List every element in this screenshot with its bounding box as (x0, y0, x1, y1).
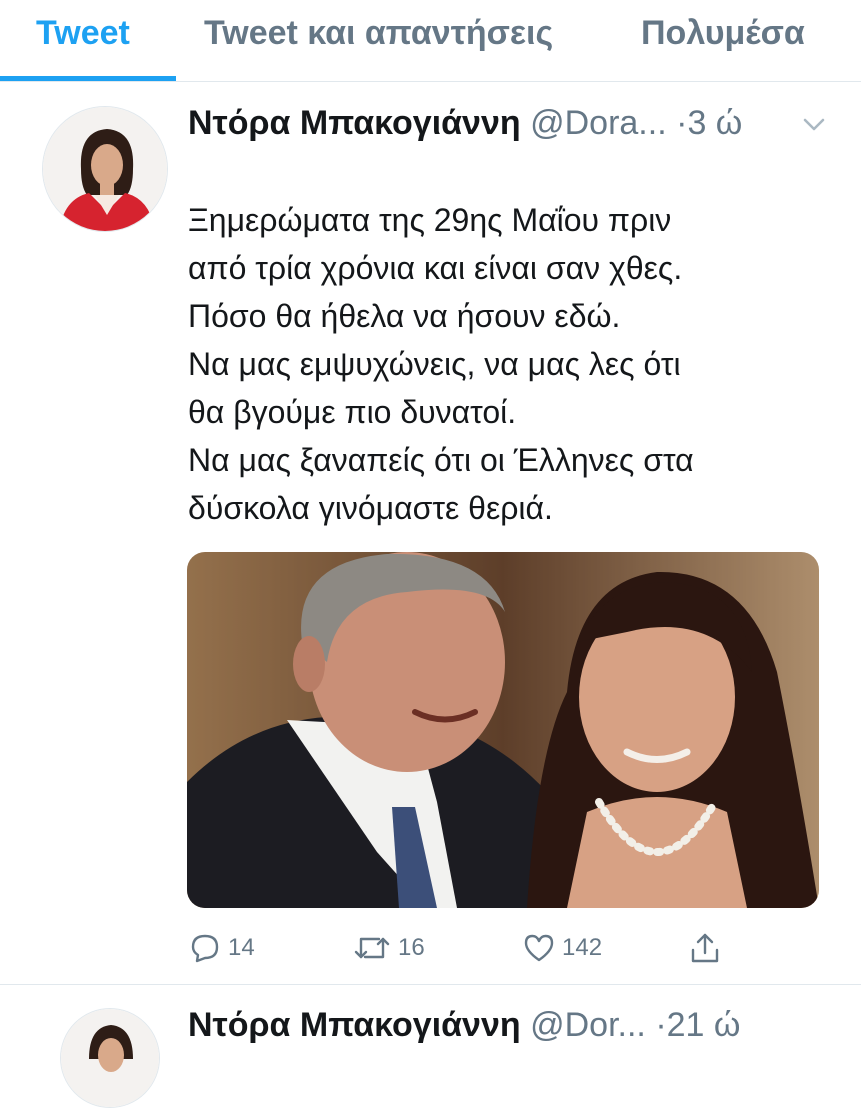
tweet-header: Ντόρα Μπακογιάννη @Dora... ·3 ώ (188, 104, 828, 148)
tweet-text: Ξημερώματα της 29ης Μαΐου πριν από τρία … (188, 196, 828, 532)
retweet-icon (354, 937, 390, 959)
reply-icon (191, 934, 219, 963)
author-handle[interactable]: @Dor... (530, 1006, 646, 1044)
tweet-text-line: Να μας εμψυχώνεις, να μας λες ότι (188, 346, 681, 382)
tweet-photo[interactable] (187, 552, 819, 908)
tweet-text-line: δύσκολα γινόμαστε θεριά. (188, 490, 553, 526)
tweet-divider (0, 984, 861, 985)
tab-tweets-and-replies[interactable]: Tweet και απαντήσεις (204, 14, 553, 53)
avatar-image (43, 107, 167, 231)
reply-count: 14 (228, 934, 255, 961)
tab-tweets[interactable]: Tweet (36, 14, 130, 53)
share-icon (691, 933, 719, 963)
avatar[interactable] (60, 1008, 160, 1108)
retweet-count: 16 (398, 934, 425, 961)
author-handle[interactable]: @Dora... (530, 104, 667, 142)
time-separator: · (676, 104, 688, 142)
reply-button[interactable]: 14 (188, 926, 255, 970)
tweet-text-line: Πόσο θα ήθελα να ήσουν εδώ. (188, 298, 621, 334)
tweet-header: Ντόρα Μπακογιάννη @Dor... ·21 ώ (188, 1006, 828, 1050)
avatar[interactable] (42, 106, 168, 232)
like-button[interactable]: 142 (522, 926, 602, 970)
author-name[interactable]: Ντόρα Μπακογιάννη (188, 1006, 521, 1044)
tweet-text-line: Να μας ξαναπείς ότι οι Έλληνες στα (188, 442, 694, 478)
active-tab-indicator (0, 76, 176, 81)
profile-tabs: Tweet Tweet και απαντήσεις Πολυμέσα (0, 0, 861, 82)
tweet-photo-image (187, 552, 819, 908)
tweet-timestamp[interactable]: 21 ώ (667, 1006, 741, 1044)
tweet-timestamp[interactable]: 3 ώ (687, 104, 742, 142)
tab-media[interactable]: Πολυμέσα (641, 14, 805, 53)
chevron-down-icon[interactable] (800, 110, 828, 138)
tweet-text-line: Ξημερώματα της 29ης Μαΐου πριν (188, 202, 672, 238)
time-separator: · (655, 1006, 667, 1044)
heart-icon (524, 934, 554, 962)
tweet-actions: 14 16 142 (188, 926, 828, 970)
share-button[interactable] (688, 926, 728, 970)
like-count: 142 (562, 934, 603, 961)
retweet-button[interactable]: 16 (352, 926, 425, 970)
tweet-text-line: θα βγούμε πιο δυνατοί. (188, 394, 517, 430)
author-name[interactable]: Ντόρα Μπακογιάννη (188, 104, 521, 142)
tweet-text-line: από τρία χρόνια και είναι σαν χθες. (188, 250, 683, 286)
